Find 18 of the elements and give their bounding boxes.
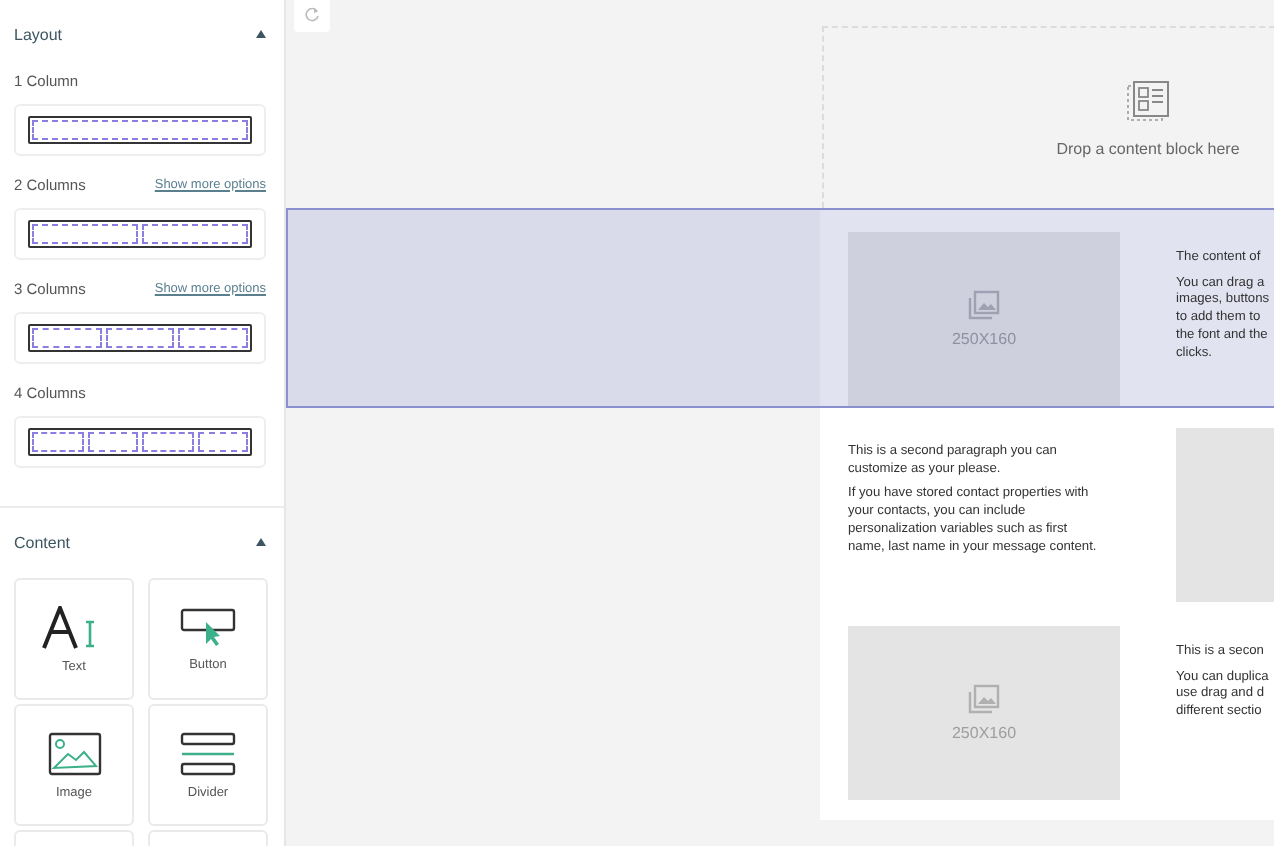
image-icon — [47, 731, 101, 775]
button-icon — [180, 607, 236, 647]
drop-zone-text: Drop a content block here — [1056, 139, 1240, 157]
divider-icon — [180, 731, 236, 775]
image-icon — [968, 684, 1000, 714]
content-block-icon — [1126, 79, 1170, 123]
layout-option[interactable] — [14, 208, 266, 260]
image-size-label: 250X160 — [951, 330, 1017, 348]
image-icon — [968, 290, 1000, 320]
caret-icon[interactable] — [256, 30, 266, 38]
section-title: Content — [14, 533, 71, 551]
layout-option[interactable] — [14, 312, 266, 364]
layout-option[interactable] — [14, 104, 266, 156]
image-size-label: 250X160 — [951, 724, 1017, 742]
redo-icon — [304, 6, 320, 22]
caret-icon[interactable] — [256, 538, 266, 546]
section-title: Layout — [14, 25, 63, 43]
layout-option[interactable] — [14, 416, 266, 468]
